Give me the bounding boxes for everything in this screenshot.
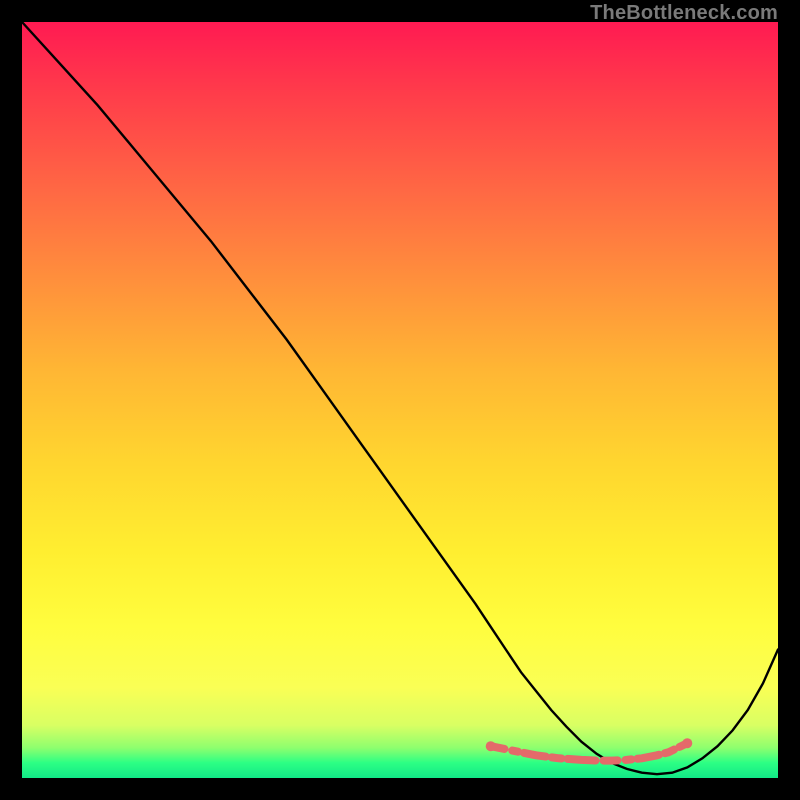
chart-svg	[22, 22, 778, 778]
marker-dash	[491, 743, 688, 760]
marker-dot	[682, 738, 692, 748]
chart-frame: TheBottleneck.com	[0, 0, 800, 800]
curve-path	[22, 22, 778, 774]
bottleneck-markers	[486, 738, 693, 760]
bottleneck-curve	[22, 22, 778, 774]
marker-dot	[486, 741, 496, 751]
chart-plot-area	[22, 22, 778, 778]
